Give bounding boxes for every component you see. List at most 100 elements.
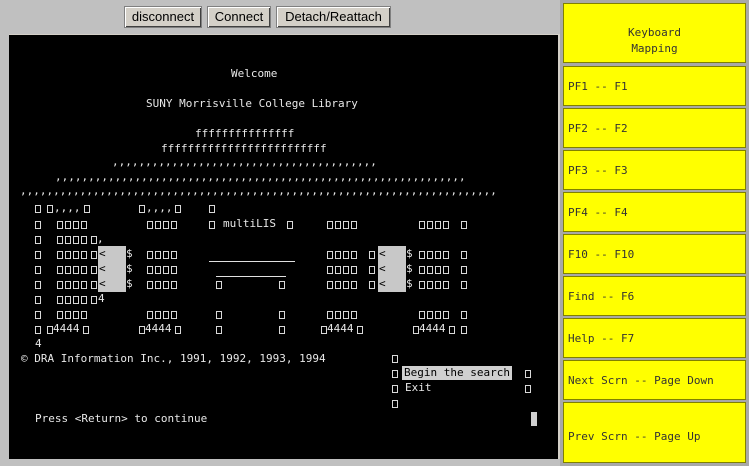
box-glyph [279,326,285,334]
keymap-title: Keyboard Mapping [563,3,746,63]
box-glyph [216,311,222,319]
box-glyph [163,281,169,289]
box-glyph [91,281,97,289]
box-glyph [147,311,153,319]
key-label: Prev Scrn -- Page Up [568,430,701,443]
box-glyph [216,326,222,334]
box-glyph [65,221,71,229]
box-glyph [461,326,467,334]
lt-glyph: < [99,262,106,275]
key-pf4[interactable]: PF4 -- F4 [563,192,746,232]
box-glyph [327,311,333,319]
key-label: Help -- F7 [568,332,635,345]
library-name: SUNY Morrisville College Library [146,97,358,110]
box-glyph [461,311,467,319]
ascii-art-line: fffffffffffffffffffffffff [161,142,327,155]
frame-bottom [0,459,560,466]
box-glyph [65,251,71,259]
box-glyph [35,205,41,213]
welcome-text: Welcome [231,67,278,80]
key-pf1[interactable]: PF1 -- F1 [563,66,746,106]
box-glyph [461,266,467,274]
box-glyph [57,221,63,229]
lt-glyph: < [379,247,386,260]
box-glyph [435,266,441,274]
box-glyph [525,385,531,393]
box-glyph [155,266,161,274]
box-glyph [461,221,467,229]
box-glyph [171,266,177,274]
box-glyph [209,205,215,213]
box-glyph [147,266,153,274]
keyboard-mapping-panel: Keyboard Mapping PF1 -- F1 PF2 -- F2 PF3… [560,0,749,466]
underline-field [216,276,286,277]
lt-glyph: < [99,277,106,290]
box-glyph [73,251,79,259]
box-glyph [369,281,375,289]
box-glyph [343,311,349,319]
box-glyph [35,236,41,244]
dollar-glyph: $ [126,277,133,290]
ascii-art-line: fffffffffffffff [195,127,295,140]
box-glyph [175,326,181,334]
box-glyph [81,311,87,319]
box-glyph [351,281,357,289]
box-glyph [343,266,349,274]
box-glyph [163,266,169,274]
menu-item-exit[interactable]: Exit [405,381,432,395]
multilis-label: multiLIS [223,217,276,230]
key-find[interactable]: Find -- F6 [563,276,746,316]
box-glyph [287,221,293,229]
keymap-title-text: Keyboard Mapping [628,26,681,55]
box-glyph [81,281,87,289]
box-glyph [435,311,441,319]
disconnect-button[interactable]: disconnect [124,6,202,28]
box-glyph [351,221,357,229]
box-glyph [155,311,161,319]
terminal-screen[interactable]: Welcome SUNY Morrisville College Library… [9,35,558,459]
key-pf3[interactable]: PF3 -- F3 [563,150,746,190]
key-f10[interactable]: F10 -- F10 [563,234,746,274]
box-glyph [427,311,433,319]
box-glyph [525,370,531,378]
box-glyph [139,205,145,213]
box-glyph [435,281,441,289]
box-glyph [327,266,333,274]
box-glyph [35,221,41,229]
box-glyph [35,326,41,334]
dollar-glyph: $ [126,262,133,275]
box-glyph [351,251,357,259]
box-glyph [427,266,433,274]
key-label: Next Scrn -- Page Down [568,374,714,387]
box-glyph [65,311,71,319]
box-glyph [163,221,169,229]
box-glyph [91,266,97,274]
box-glyph [335,281,341,289]
box-glyph [175,205,181,213]
key-help[interactable]: Help -- F7 [563,318,746,358]
box-glyph [73,266,79,274]
box-glyph [335,251,341,259]
detach-reattach-button[interactable]: Detach/Reattach [276,6,391,28]
box-glyph [73,296,79,304]
box-glyph [335,266,341,274]
menu-item-begin-search[interactable]: Begin the search [402,366,512,380]
text-cursor [531,412,537,426]
box-glyph [343,281,349,289]
dash-glyph: 4444 [145,322,172,335]
box-glyph [147,221,153,229]
key-next-screen[interactable]: Next Scrn -- Page Down [563,360,746,400]
key-label: Find -- F6 [568,290,635,303]
key-prev-screen[interactable]: Prev Scrn -- Page Up [563,402,746,463]
key-pf2[interactable]: PF2 -- F2 [563,108,746,148]
box-glyph [83,326,89,334]
box-glyph [351,311,357,319]
lt-glyph: < [99,247,106,260]
box-glyph [209,221,215,229]
box-glyph [171,311,177,319]
box-glyph [65,266,71,274]
connect-button[interactable]: Connect [207,6,271,28]
box-glyph [81,251,87,259]
box-glyph [335,221,341,229]
box-glyph [357,326,363,334]
